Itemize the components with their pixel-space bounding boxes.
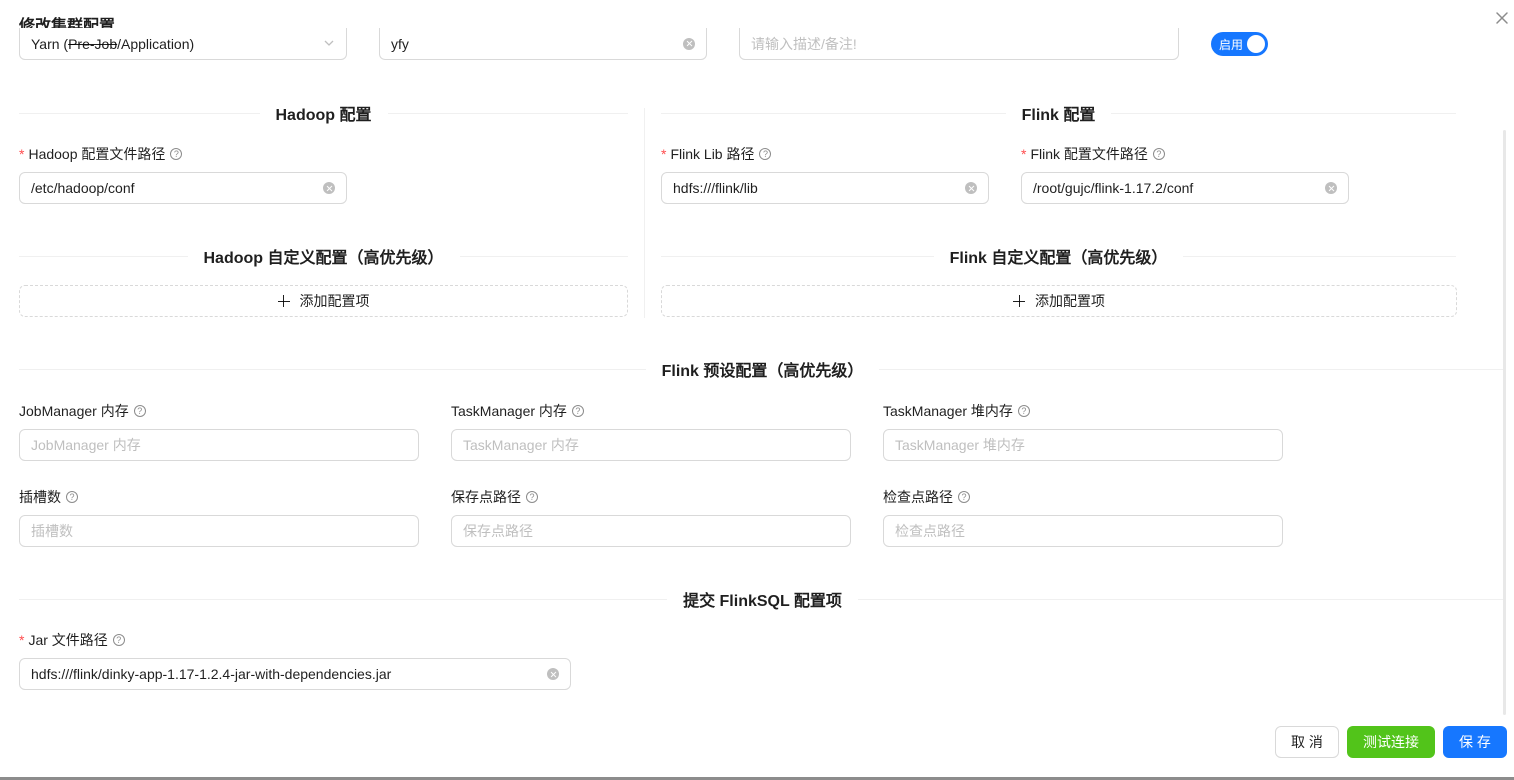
chevron-down-icon [323, 36, 335, 52]
cluster-type-value: Yarn (Pre-Job/Application) [31, 35, 195, 52]
savepoint-path-label: 保存点路径? [451, 487, 538, 507]
cluster-name-field[interactable]: yfy [379, 28, 707, 60]
hadoop-add-config-button[interactable]: 添加配置项 [19, 285, 628, 317]
hadoop-custom-title: Hadoop 自定义配置（高优先级） [203, 250, 444, 267]
taskmanager-memory-label: TaskManager 内存? [451, 401, 584, 421]
close-icon[interactable] [1492, 8, 1512, 28]
column-divider [644, 108, 645, 318]
cluster-type-select[interactable]: Yarn (Pre-Job/Application) [19, 28, 347, 60]
hadoop-config-path-label: * Hadoop 配置文件路径? [19, 144, 183, 164]
flink-config-path-input[interactable]: /root/gujc/flink-1.17.2/conf [1021, 172, 1349, 204]
jobmanager-memory-label: JobManager 内存? [19, 401, 146, 421]
hadoop-section-divider: Hadoop 配置 [19, 102, 628, 124]
help-icon[interactable]: ? [170, 148, 183, 160]
scrollbar[interactable] [1503, 130, 1506, 715]
taskmanager-memory-input[interactable]: TaskManager 内存 [451, 429, 851, 461]
submit-section-divider: 提交 FlinkSQL 配置项 [19, 588, 1506, 610]
help-icon[interactable]: ? [526, 491, 538, 503]
hadoop-section-title: Hadoop 配置 [275, 107, 372, 124]
plus-icon [277, 295, 290, 307]
cancel-button[interactable]: 取 消 [1275, 726, 1339, 758]
flink-section-divider: Flink 配置 [661, 102, 1457, 124]
help-icon[interactable]: ? [112, 634, 125, 646]
flink-custom-divider: Flink 自定义配置（高优先级） [661, 245, 1457, 267]
enable-switch-label: 启用 [1219, 37, 1244, 52]
help-icon[interactable]: ? [133, 405, 146, 417]
flink-lib-path-label: * Flink Lib 路径? [661, 144, 772, 164]
help-icon[interactable]: ? [1152, 148, 1165, 160]
flink-lib-path-input[interactable]: hdfs:///flink/lib [661, 172, 989, 204]
jar-path-label: * Jar 文件路径? [19, 630, 125, 650]
help-icon[interactable]: ? [958, 491, 970, 503]
test-connection-button[interactable]: 测试连接 [1347, 726, 1435, 758]
taskmanager-heap-input[interactable]: TaskManager 堆内存 [883, 429, 1283, 461]
submit-section-title: 提交 FlinkSQL 配置项 [683, 593, 842, 610]
note-placeholder: 请输入描述/备注! [751, 35, 857, 52]
savepoint-path-input[interactable]: 保存点路径 [451, 515, 851, 547]
preset-section-divider: Flink 预设配置（高优先级） [19, 358, 1507, 380]
flink-add-config-button[interactable]: 添加配置项 [661, 285, 1457, 317]
clear-icon[interactable] [1325, 182, 1337, 194]
slots-input[interactable]: 插槽数 [19, 515, 419, 547]
checkpoint-path-input[interactable]: 检查点路径 [883, 515, 1283, 547]
jar-path-input[interactable]: hdfs:///flink/dinky-app-1.17-1.2.4-jar-w… [19, 658, 571, 690]
hadoop-custom-divider: Hadoop 自定义配置（高优先级） [19, 245, 628, 267]
save-button[interactable]: 保 存 [1443, 726, 1507, 758]
cluster-name-value: yfy [391, 35, 409, 52]
clear-icon[interactable] [965, 182, 977, 194]
jobmanager-memory-input[interactable]: JobManager 内存 [19, 429, 419, 461]
note-field[interactable]: 请输入描述/备注! [739, 28, 1179, 60]
help-icon[interactable]: ? [66, 491, 78, 503]
help-icon[interactable]: ? [759, 148, 772, 160]
clear-icon[interactable] [683, 37, 695, 50]
enable-switch[interactable]: 启用 [1211, 32, 1268, 56]
help-icon[interactable]: ? [1017, 405, 1030, 417]
clear-icon[interactable] [323, 182, 335, 194]
taskmanager-heap-label: TaskManager 堆内存? [883, 401, 1030, 421]
hadoop-config-path-input[interactable]: /etc/hadoop/conf [19, 172, 347, 204]
flink-config-path-label: * Flink 配置文件路径? [1021, 144, 1165, 164]
help-icon[interactable]: ? [571, 405, 584, 417]
plus-icon [1013, 295, 1025, 307]
switch-knob [1247, 35, 1265, 53]
checkpoint-path-label: 检查点路径? [883, 487, 970, 507]
flink-section-title: Flink 配置 [1021, 107, 1096, 124]
preset-section-title: Flink 预设配置（高优先级） [661, 363, 864, 380]
slots-label: 插槽数? [19, 487, 78, 507]
clear-icon[interactable] [547, 668, 559, 680]
flink-custom-title: Flink 自定义配置（高优先级） [949, 250, 1168, 267]
